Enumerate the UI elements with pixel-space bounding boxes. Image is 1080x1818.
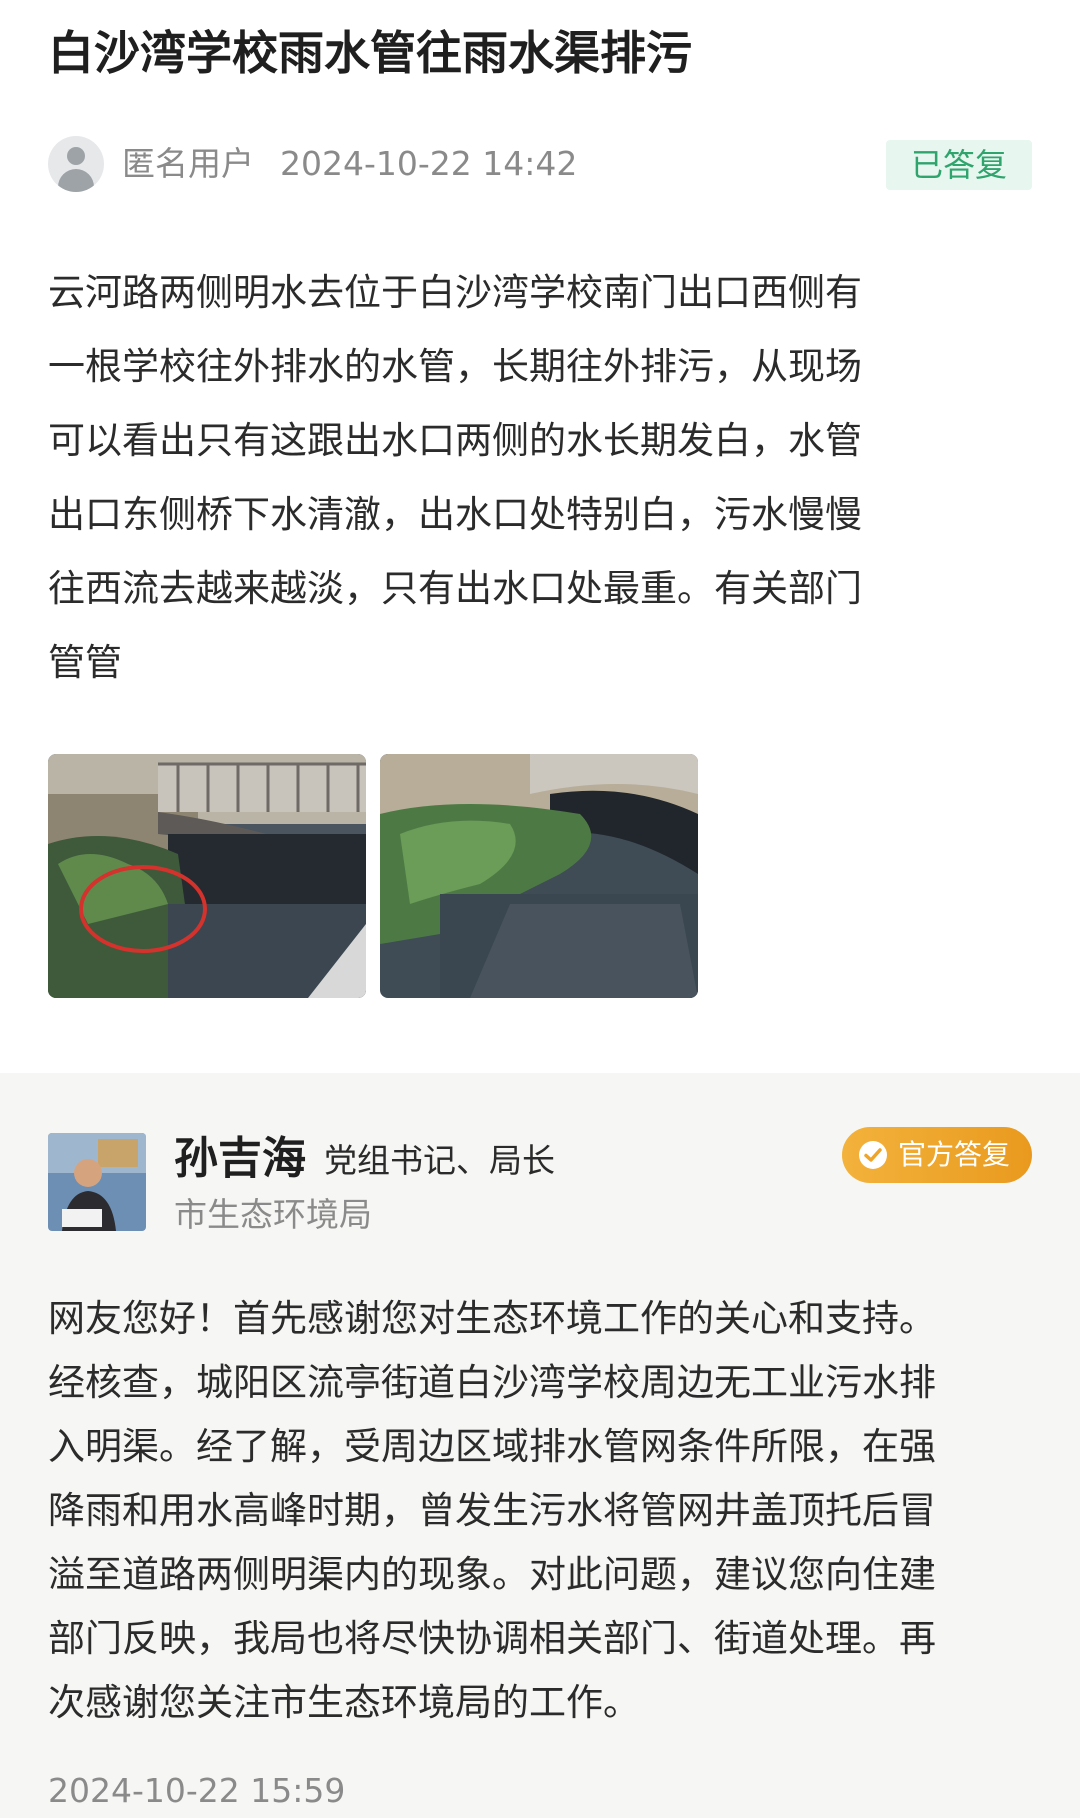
reply-content-line: 降雨和用水高峰时期，曾发生污水将管网井盖顶托后冒 — [48, 1489, 936, 1532]
post-content-line: 一根学校往外排水的水管，长期往外排污，从现场 — [48, 345, 862, 388]
reply-content-line: 入明渠。经了解，受周边区域排水管网条件所限，在强 — [48, 1425, 936, 1468]
anonymous-avatar-icon — [48, 136, 104, 192]
official-reply-section: 孙吉海 党组书记、局长 市生态环境局 官方答复 网友您好！首先感谢您对生态环境工… — [0, 1073, 1080, 1818]
official-badge-label: 官方答复 — [898, 1138, 1011, 1171]
post-content-line: 往西流去越来越淡，只有出水口处最重。有关部门 — [48, 567, 862, 610]
reply-content-line: 溢至道路两侧明渠内的现象。对此问题，建议您向住建 — [48, 1553, 936, 1596]
official-department: 市生态环境局 — [174, 1195, 372, 1234]
post-meta: 匿名用户 2024-10-22 14:42 已答复 — [48, 136, 1032, 192]
post-content-line: 云河路两侧明水去位于白沙湾学校南门出口西侧有 — [48, 271, 862, 314]
post-content-line: 管管 — [48, 641, 122, 684]
reply-timestamp: 2024-10-22 15:59 — [48, 1771, 346, 1810]
verified-check-icon — [859, 1141, 887, 1169]
official-avatar — [48, 1133, 146, 1231]
reply-content-line: 次感谢您关注市生态环境局的工作。 — [48, 1681, 640, 1724]
reply-content: 网友您好！首先感谢您对生态环境工作的关心和支持。 经核查，城阳区流亭街道白沙湾学… — [48, 1287, 1038, 1735]
photo-thumbnail-1[interactable] — [48, 754, 366, 998]
page-title: 白沙湾学校雨水管往雨水渠排污 — [48, 26, 692, 80]
official-reply-badge: 官方答复 — [842, 1127, 1032, 1183]
author-name: 匿名用户 — [122, 144, 254, 183]
photo-thumbnail-2[interactable] — [380, 754, 698, 998]
post-section: 白沙湾学校雨水管往雨水渠排污 匿名用户 2024-10-22 14:42 已答复… — [0, 0, 1080, 1073]
post-timestamp: 2024-10-22 14:42 — [280, 144, 578, 183]
official-name: 孙吉海 — [174, 1133, 306, 1184]
reply-content-line: 网友您好！首先感谢您对生态环境工作的关心和支持。 — [48, 1297, 936, 1340]
post-content-line: 出口东侧桥下水清澈，出水口处特别白，污水慢慢 — [48, 493, 862, 536]
post-content-line: 可以看出只有这跟出水口两侧的水长期发白，水管 — [48, 419, 862, 462]
official-title: 党组书记、局长 — [324, 1141, 555, 1180]
reply-content-line: 部门反映，我局也将尽快协调相关部门、街道处理。再 — [48, 1617, 936, 1660]
post-content: 云河路两侧明水去位于白沙湾学校南门出口西侧有 一根学校往外排水的水管，长期往外排… — [48, 256, 1038, 700]
photo-gallery — [48, 754, 708, 998]
reply-content-line: 经核查，城阳区流亭街道白沙湾学校周边无工业污水排 — [48, 1361, 936, 1404]
status-badge: 已答复 — [886, 140, 1032, 190]
